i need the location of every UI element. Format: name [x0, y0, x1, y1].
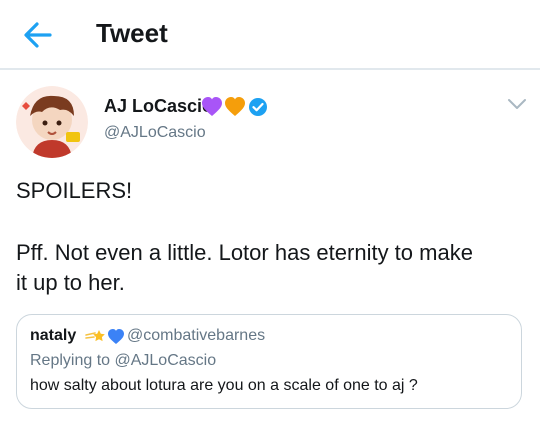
- more-options-button[interactable]: [506, 94, 528, 114]
- orange-heart-icon: [225, 97, 245, 116]
- quoted-author-handle: @combativebarnes: [127, 327, 266, 344]
- page-title: Tweet: [96, 18, 168, 48]
- shooting-star-icon: [85, 330, 105, 342]
- quoted-author-name: nataly: [30, 327, 77, 344]
- quoted-author-emoji: [85, 327, 125, 345]
- chevron-down-icon: [508, 99, 526, 109]
- tweet-text-line: Pff. Not even a little. Lotor has eterni…: [16, 240, 473, 265]
- author-name[interactable]: AJ LoCascio: [104, 96, 213, 117]
- purple-heart-icon: [202, 97, 222, 116]
- avatar[interactable]: [16, 86, 88, 158]
- quoted-tweet-card[interactable]: nataly @combativebarnes Replying to @AJL…: [16, 314, 522, 409]
- replying-to-line[interactable]: Replying to @AJLoCascio: [30, 352, 216, 370]
- arrow-left-icon: [24, 22, 52, 48]
- back-button[interactable]: [20, 18, 56, 52]
- top-bar: Tweet: [0, 0, 540, 68]
- verified-badge-icon: [248, 97, 268, 117]
- blue-heart-icon: [108, 329, 124, 344]
- tweet-text-line: it up to her.: [16, 270, 125, 295]
- author-emoji: [201, 96, 247, 118]
- quoted-tweet-text: how salty about lotura are you on a scal…: [30, 377, 418, 394]
- author-handle[interactable]: @AJLoCascio: [104, 124, 206, 142]
- tweet-text-line: SPOILERS!: [16, 178, 133, 203]
- header-divider: [0, 68, 540, 70]
